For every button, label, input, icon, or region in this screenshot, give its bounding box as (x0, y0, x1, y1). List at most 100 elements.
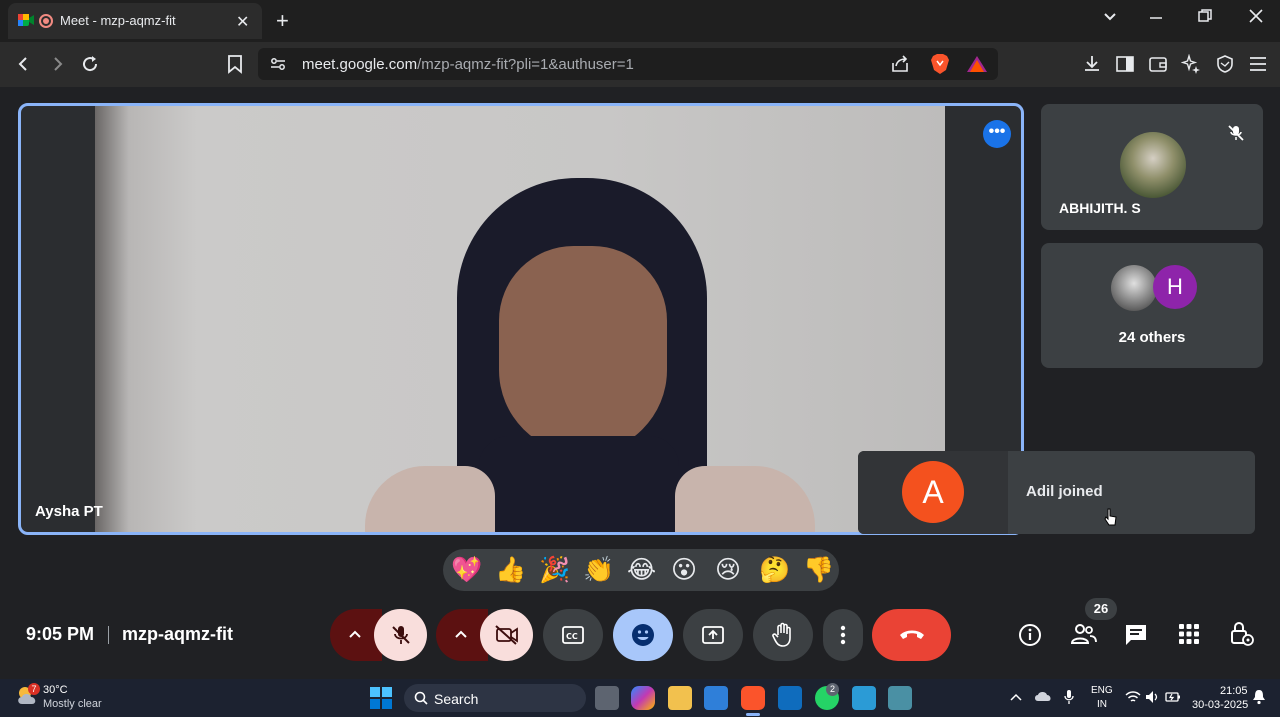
show-hidden-icons[interactable] (1010, 692, 1022, 702)
windows-start-icon[interactable] (370, 687, 392, 709)
participant-avatar (1111, 265, 1157, 311)
browser-toolbar: meet.google.com/mzp-aqmz-fit?pli=1&authu… (0, 42, 1280, 87)
present-screen-button[interactable] (683, 609, 743, 661)
language-indicator-bottom: IN (1097, 699, 1107, 710)
more-options-icon[interactable]: ••• (983, 120, 1011, 148)
tab-title: Meet - mzp-aqmz-fit (60, 13, 176, 28)
weather-description: Mostly clear (43, 698, 102, 710)
leave-call-button[interactable] (872, 609, 951, 661)
participant-tile[interactable]: ABHIJITH. S (1041, 104, 1263, 230)
mic-off-icon (390, 624, 412, 646)
restore-icon[interactable] (1197, 8, 1213, 24)
forward-icon[interactable] (48, 55, 66, 73)
meeting-time: 9:05 PM (26, 624, 95, 644)
chevron-up-icon (454, 627, 468, 641)
join-notification-text: Adil joined (1026, 483, 1103, 500)
language-indicator-top[interactable]: ENG (1091, 685, 1113, 696)
meet-stage: Aysha PT ••• ABHIJITH. S H 24 others A A… (0, 87, 1280, 679)
participant-name: ABHIJITH. S (1059, 200, 1141, 216)
reload-icon[interactable] (80, 54, 100, 74)
reaction-laugh[interactable]: 😂 (627, 555, 656, 585)
more-options-button[interactable] (823, 609, 863, 661)
reaction-thinking[interactable]: 🤔 (759, 555, 790, 585)
camera-toggle-button[interactable] (480, 609, 533, 661)
onedrive-icon[interactable] (1034, 690, 1052, 702)
browser-tab[interactable]: Meet - mzp-aqmz-fit ✕ (8, 3, 262, 39)
address-bar[interactable]: meet.google.com/mzp-aqmz-fit?pli=1&authu… (258, 48, 998, 80)
reaction-surprised[interactable]: 😮 (671, 555, 697, 585)
hand-icon (771, 622, 795, 648)
copilot-icon[interactable] (631, 686, 655, 710)
vpn-icon[interactable] (1215, 54, 1235, 74)
reaction-party[interactable]: 🎉 (539, 555, 570, 585)
brave-rewards-icon[interactable] (966, 55, 988, 73)
reactions-bar: 💖 👍 🎉 👏 😂 😮 😢 🤔 👎 (443, 549, 839, 591)
mic-toggle-button[interactable] (374, 609, 427, 661)
reactions-button[interactable] (613, 609, 673, 661)
camera-off-icon (494, 624, 520, 646)
code-editor-icon[interactable] (852, 686, 876, 710)
whatsapp-badge: 2 (826, 683, 839, 696)
captions-icon: CC (561, 625, 585, 645)
taskbar-search[interactable]: Search (404, 684, 586, 712)
svg-text:CC: CC (566, 632, 578, 641)
participant-count-badge: 26 (1085, 598, 1117, 620)
outlook-icon[interactable] (778, 686, 802, 710)
microphone-icon[interactable] (1064, 689, 1074, 705)
reaction-thumbs-down[interactable]: 👎 (803, 555, 834, 585)
recording-icon (39, 14, 53, 28)
participant-avatar: H (1153, 265, 1197, 309)
reaction-clap[interactable]: 👏 (583, 555, 614, 585)
emoji-icon (631, 623, 655, 647)
clock-date: 30-03-2025 (1192, 699, 1249, 711)
search-label: Search (434, 691, 479, 707)
back-icon[interactable] (15, 55, 33, 73)
joined-user-avatar: A (902, 461, 964, 523)
new-tab-icon[interactable]: + (276, 8, 289, 34)
meeting-code: mzp-aqmz-fit (122, 624, 233, 644)
divider (108, 626, 109, 644)
activities-icon[interactable] (1178, 623, 1200, 645)
volume-icon[interactable] (1145, 690, 1161, 704)
browser-tab-bar: Meet - mzp-aqmz-fit ✕ + (0, 0, 1280, 42)
wallet-icon[interactable] (1148, 54, 1168, 74)
tab-search-icon[interactable] (1102, 8, 1118, 24)
brave-shields-icon[interactable] (930, 53, 950, 75)
muted-mic-icon (1227, 124, 1245, 142)
sidebar-icon[interactable] (1115, 54, 1135, 74)
minimize-icon[interactable] (1148, 8, 1164, 24)
close-tab-icon[interactable]: ✕ (236, 12, 249, 32)
notification-icon[interactable] (1252, 689, 1266, 705)
speaker-name: Aysha PT (35, 503, 103, 520)
site-info-icon[interactable] (270, 57, 286, 71)
snipping-tool-icon[interactable] (888, 686, 912, 710)
hang-up-icon (898, 627, 926, 641)
menu-icon[interactable] (1248, 54, 1268, 74)
more-vert-icon (840, 625, 846, 645)
captions-button[interactable]: CC (543, 609, 603, 661)
file-explorer-icon[interactable] (668, 686, 692, 710)
clock-time[interactable]: 21:05 (1220, 685, 1248, 697)
reaction-thumbs-up[interactable]: 👍 (495, 555, 526, 585)
host-controls-icon[interactable] (1230, 621, 1254, 647)
people-icon[interactable] (1070, 623, 1098, 645)
others-tile[interactable]: H 24 others (1041, 243, 1263, 368)
download-icon[interactable] (1082, 54, 1102, 74)
microsoft-store-icon[interactable] (704, 686, 728, 710)
weather-alert-badge: 7 (28, 683, 40, 695)
reaction-sad[interactable]: 😢 (715, 555, 741, 585)
chevron-up-icon (348, 627, 362, 641)
wifi-icon[interactable] (1125, 690, 1141, 704)
task-view-icon[interactable] (595, 686, 619, 710)
chat-icon[interactable] (1124, 623, 1148, 647)
share-icon[interactable] (890, 55, 910, 73)
leo-ai-icon[interactable] (1181, 54, 1201, 74)
close-window-icon[interactable] (1248, 8, 1264, 24)
reaction-heart[interactable]: 💖 (451, 555, 482, 585)
raise-hand-button[interactable] (753, 609, 813, 661)
battery-icon[interactable] (1165, 690, 1181, 704)
meeting-details-icon[interactable] (1018, 623, 1042, 647)
bookmark-icon[interactable] (226, 54, 244, 74)
speaker-video (95, 106, 945, 532)
brave-browser-icon[interactable] (741, 686, 765, 710)
